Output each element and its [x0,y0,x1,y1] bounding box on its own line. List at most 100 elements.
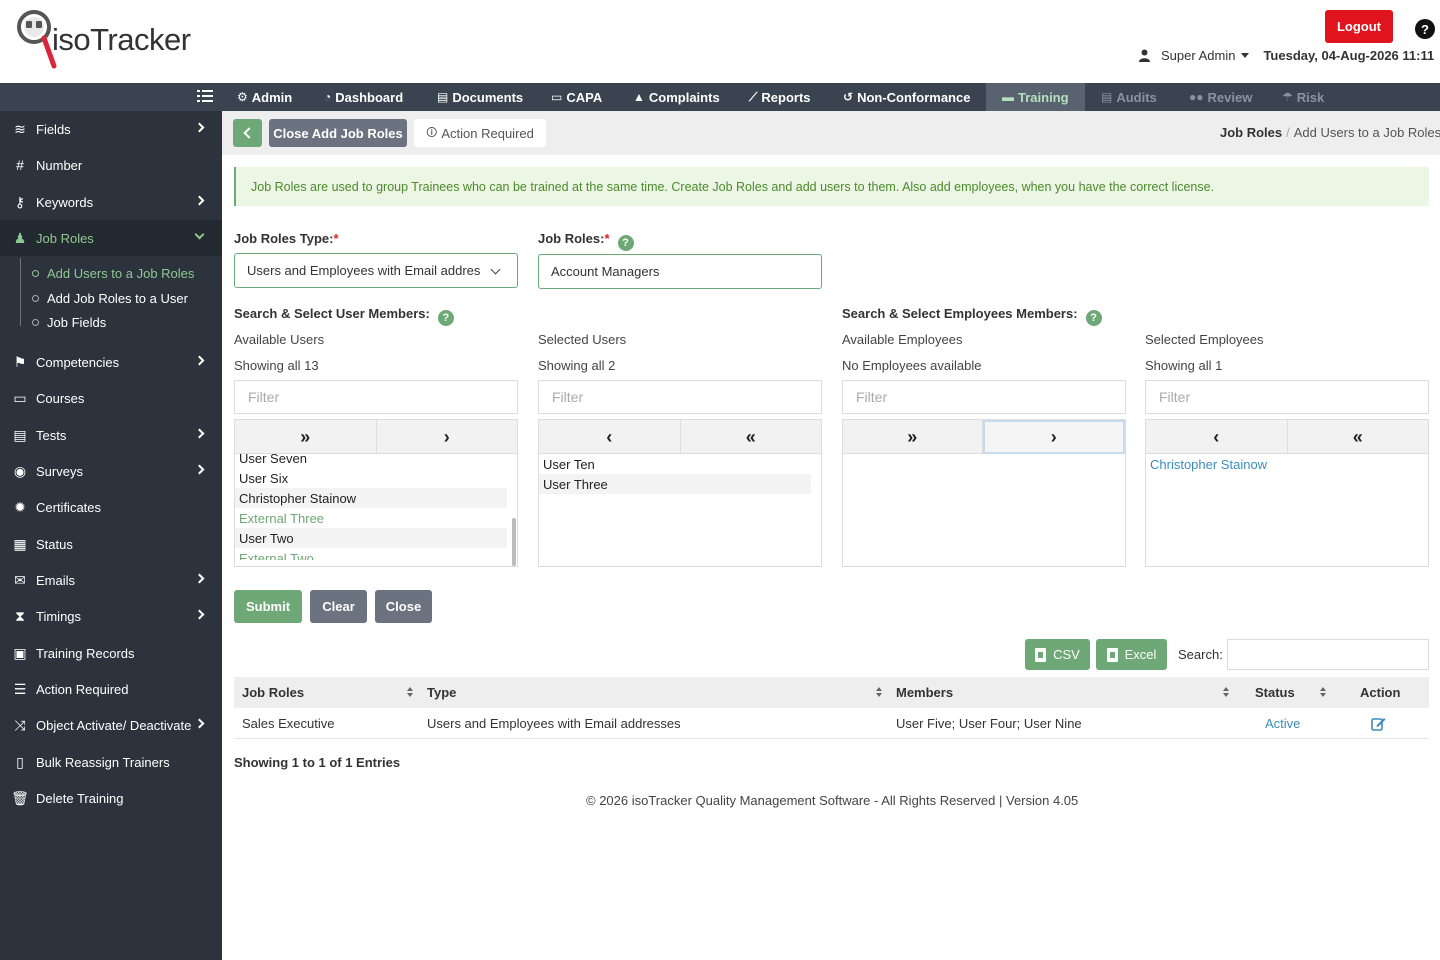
sidebar-subitem-add-job-roles[interactable]: Add Job Roles to a User [32,288,188,308]
back-button[interactable] [233,119,262,147]
gear-icon: ⚙ [237,90,248,104]
available-employees-filter[interactable] [842,380,1126,414]
chevron-right-icon [194,122,205,133]
sidebar-item-bulk-reassign[interactable]: ▯ Bulk Reassign Trainers [0,744,222,780]
audit-icon: ▤ [1101,90,1113,104]
sidebar-item-fields[interactable]: ≋ Fields [0,111,222,147]
cell-type: Users and Employees with Email addresses [427,716,681,731]
column-header-status[interactable]: Status [1255,677,1295,708]
list-item[interactable]: User Ten [539,454,811,474]
sidebar-item-number[interactable]: # Number [0,147,222,183]
selected-users-title: Selected Users [538,332,627,347]
selected-users-filter[interactable] [538,380,822,414]
menu-toggle-icon[interactable] [197,89,213,103]
survey-icon: ◉ [13,462,27,479]
nav-audits[interactable]: ▤ Audits [1101,83,1157,111]
edit-icon[interactable] [1371,716,1386,731]
list-item[interactable]: Christopher Stainow [235,488,507,508]
top-navigation: ⚙ Admin ◔ Dashboard ▤ Documents ▭ CAPA ▲ Comp… [0,83,1440,111]
nav-review[interactable]: ●● Review [1189,83,1252,111]
nav-non-conformance[interactable]: ↺ Non-Conformance [843,83,970,111]
nav-dashboard[interactable]: ◔ Dashboard [324,83,403,111]
available-employees-count: No Employees available [842,358,982,373]
help-icon[interactable]: ? [617,235,634,251]
nav-risk[interactable]: ☂ Risk [1282,83,1324,111]
scrollbar[interactable] [512,518,516,566]
sidebar-item-courses[interactable]: ▭ Courses [0,380,222,416]
column-header-type[interactable]: Type [427,677,456,708]
footer-copyright: © 2026 isoTracker Quality Management Sof… [586,793,1079,808]
breadcrumb-root[interactable]: Job Roles [1220,125,1282,140]
nav-reports[interactable]: ⟋ Reports [749,83,811,111]
chevron-right-icon [194,609,205,620]
certificate-icon: ✹ [14,498,26,515]
available-users-filter[interactable] [234,380,518,414]
sidebar-item-training-records[interactable]: ▣ Training Records [0,635,222,671]
list-item[interactable]: User Seven [235,448,507,468]
sort-icon[interactable] [1223,687,1229,697]
move-all-left-button[interactable]: « [681,420,822,454]
column-header-job-roles[interactable]: Job Roles [242,677,304,708]
isotracker-logo[interactable]: isoTracker [14,8,194,74]
selected-employees-title: Selected Employees [1145,332,1264,347]
nav-complaints[interactable]: ▲ Complaints [633,83,720,111]
nav-documents[interactable]: ▤ Documents [437,83,523,111]
warning-icon: ▲ [633,90,645,104]
csv-export-button[interactable]: CSV [1025,639,1090,670]
column-header-members[interactable]: Members [896,677,953,708]
sidebar-item-object-activate[interactable]: ⤨ Object Activate/ Deactivate [0,707,222,743]
list-item[interactable]: User Three [539,474,811,494]
action-required-button[interactable]: 🛈 Action Required [414,119,546,147]
list-item[interactable]: User Six [235,468,507,488]
submit-button[interactable]: Submit [234,590,302,623]
sidebar-item-surveys[interactable]: ◉ Surveys [0,453,222,489]
sidebar-item-delete-training[interactable]: 🗑 Delete Training [0,780,222,816]
available-employees-list: » › [842,419,1126,567]
close-button[interactable]: Close [375,590,432,623]
selected-employees-filter[interactable] [1145,380,1429,414]
sidebar-item-keywords[interactable]: ⚷ Keywords [0,184,222,220]
help-icon[interactable]: ? [437,310,454,326]
move-left-button[interactable]: ‹ [539,420,681,454]
table-row: Sales Executive Users and Employees with… [234,708,1429,739]
list-item[interactable]: Christopher Stainow [1146,454,1418,474]
status-link[interactable]: Active [1265,708,1300,739]
sidebar-item-tests[interactable]: ▤ Tests [0,417,222,453]
job-roles-input[interactable] [538,254,822,289]
job-roles-type-select[interactable]: Users and Employees with Email addres [234,253,518,288]
shuffle-icon: ⤨ [14,716,26,733]
help-icon[interactable]: ? [1415,19,1435,39]
sidebar-item-timings[interactable]: ⧗ Timings [0,598,222,634]
sidebar-subitem-job-fields[interactable]: Job Fields [32,312,106,332]
move-left-button[interactable]: ‹ [1146,420,1288,454]
help-icon[interactable]: ? [1085,310,1102,326]
sort-icon[interactable] [407,687,413,697]
nav-admin[interactable]: ⚙ Admin [237,83,292,111]
list-item[interactable]: External Two [235,548,507,561]
move-all-right-button[interactable]: » [843,420,983,454]
sidebar-item-status[interactable]: ▦ Status [0,526,222,562]
table-search-input[interactable] [1227,639,1429,670]
circle-icon [32,269,39,277]
list-item[interactable]: External Three [235,508,507,528]
sidebar-subitem-add-users[interactable]: Add Users to a Job Roles [32,263,194,283]
sidebar-item-certificates[interactable]: ✹ Certificates [0,489,222,525]
column-header-action: Action [1360,685,1401,700]
move-all-left-button[interactable]: « [1288,420,1429,454]
excel-export-button[interactable]: Excel [1096,639,1167,670]
sidebar-item-action-required[interactable]: ☰ Action Required [0,671,222,707]
clear-button[interactable]: Clear [310,590,367,623]
sidebar-item-competencies[interactable]: ⚑ Competencies [0,344,222,380]
close-add-job-roles-button[interactable]: Close Add Job Roles [269,119,407,147]
user-menu[interactable]: Super Admin Tuesday, 04-Aug-2026 11:11 [1138,47,1434,63]
sort-icon[interactable] [1320,687,1326,697]
sort-icon[interactable] [876,687,882,697]
sidebar-item-job-roles[interactable]: ♟ Job Roles [0,220,222,256]
sidebar-item-emails[interactable]: ✉ Emails [0,562,222,598]
nav-capa[interactable]: ▭ CAPA [551,83,602,111]
logout-button[interactable]: Logout [1325,10,1393,43]
list-item[interactable]: User Two [235,528,507,548]
chevron-right-icon [194,464,205,475]
nav-training[interactable]: ▬ Training [986,83,1085,111]
move-right-button[interactable]: › [982,420,1125,454]
